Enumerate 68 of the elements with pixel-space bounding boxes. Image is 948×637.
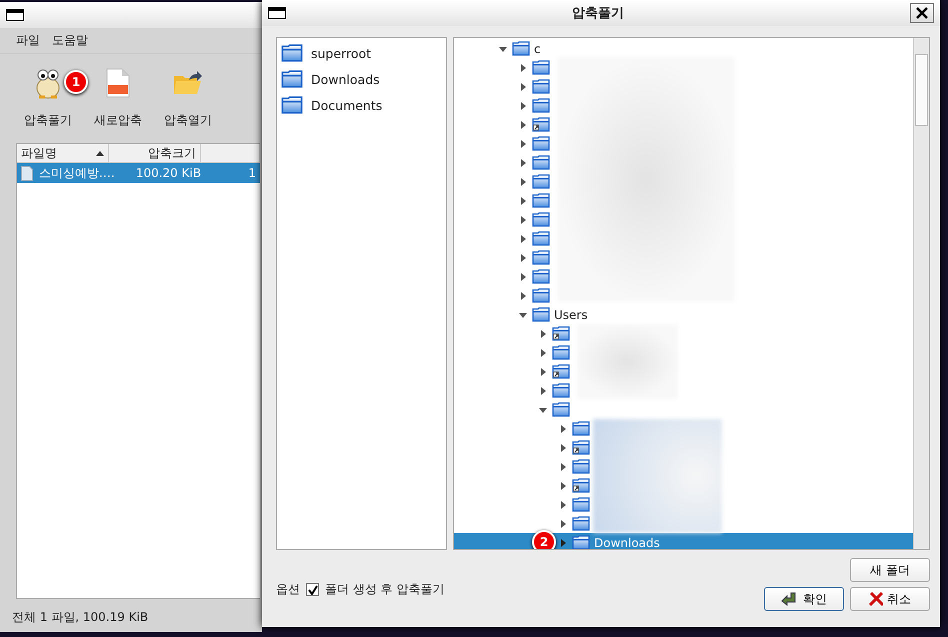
tree-item[interactable]: 2 Downloads	[454, 533, 913, 549]
collapsed-icon[interactable]	[518, 214, 528, 224]
menu-item[interactable]: 파일	[16, 32, 40, 49]
collapsed-icon[interactable]	[518, 272, 528, 282]
tree-item[interactable]: c	[454, 39, 913, 58]
option-label: 옵션	[276, 581, 300, 598]
collapsed-icon[interactable]	[558, 480, 568, 490]
folder-icon	[281, 96, 303, 114]
collapsed-icon[interactable]	[518, 158, 528, 168]
document-icon	[21, 166, 33, 180]
checkbox-label: 폴더 생성 후 압축풀기	[325, 581, 444, 598]
collapsed-icon[interactable]	[558, 424, 568, 434]
collapsed-icon[interactable]	[518, 100, 528, 110]
close-icon	[916, 7, 928, 19]
folder-name: Downloads	[594, 536, 660, 549]
step-badge: 2	[532, 530, 556, 549]
scrollbar[interactable]	[913, 38, 929, 549]
collapsed-icon[interactable]	[518, 176, 528, 186]
folder-name: Users	[554, 308, 588, 322]
toolbar-button[interactable]: 새로압축	[92, 62, 144, 131]
cross-icon	[869, 592, 883, 606]
place-item[interactable]: superroot	[281, 40, 442, 66]
collapsed-icon[interactable]	[518, 252, 528, 262]
checkbox[interactable]	[306, 583, 319, 596]
collapsed-icon[interactable]	[518, 290, 528, 300]
place-item[interactable]: Documents	[281, 92, 442, 118]
place-item[interactable]: Downloads	[281, 66, 442, 92]
collapsed-icon[interactable]	[538, 348, 548, 358]
new-folder-button[interactable]: 새 폴더	[850, 558, 930, 582]
folder-name: c	[534, 42, 541, 56]
folder-icon	[281, 70, 303, 88]
step-badge: 1	[64, 70, 88, 94]
collapsed-icon[interactable]	[538, 328, 548, 338]
collapsed-icon[interactable]	[558, 518, 568, 528]
collapsed-icon[interactable]	[538, 366, 548, 376]
folder-arrow-icon	[173, 70, 203, 96]
close-button[interactable]	[910, 3, 934, 23]
zip-file-icon	[106, 68, 130, 98]
folder-icon	[532, 307, 550, 322]
collapsed-icon[interactable]	[518, 138, 528, 148]
window-icon[interactable]	[268, 7, 286, 19]
collapsed-icon[interactable]	[558, 538, 568, 548]
window-title: 압축풀기	[571, 5, 625, 22]
ok-button[interactable]: 확인	[764, 587, 844, 611]
collapsed-icon[interactable]	[518, 82, 528, 92]
collapsed-icon[interactable]	[558, 462, 568, 472]
collapsed-icon[interactable]	[518, 234, 528, 244]
status-text: 전체 1 파일, 100.19 KiB	[12, 610, 148, 624]
collapsed-icon[interactable]	[558, 442, 568, 452]
table-cell-text: 1	[247, 166, 257, 180]
toolbar-button[interactable]: 압축열기	[162, 62, 214, 131]
folder-icon	[281, 44, 303, 62]
column-header[interactable]: 압축크기	[109, 144, 202, 162]
column-header[interactable]: 파일명	[17, 144, 110, 162]
file-row[interactable]: 스미싱예방.… 100.20 KiB 1	[17, 163, 260, 183]
collapsed-icon[interactable]	[558, 500, 568, 510]
table-cell: 스미싱예방.…	[17, 164, 119, 182]
menu-item[interactable]: 도움말	[52, 32, 88, 49]
tree-item[interactable]: Users	[454, 305, 913, 324]
collapsed-icon[interactable]	[518, 62, 528, 72]
table-cell-text: 100.20 KiB	[134, 166, 202, 180]
collapsed-icon[interactable]	[538, 386, 548, 396]
window-icon[interactable]	[6, 9, 24, 21]
cancel-button[interactable]: 취소	[850, 587, 930, 611]
collapsed-icon[interactable]	[518, 120, 528, 130]
collapsed-icon[interactable]	[518, 196, 528, 206]
folder-icon	[512, 41, 530, 56]
sort-ascending-icon	[96, 150, 104, 156]
